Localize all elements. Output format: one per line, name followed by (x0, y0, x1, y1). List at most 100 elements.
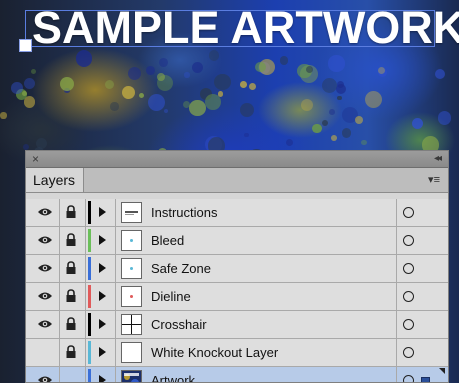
artwork-texture (163, 108, 168, 113)
panel-menu-icon[interactable]: ▾≡ (428, 172, 440, 188)
artwork-texture (127, 67, 142, 81)
target-circle-icon[interactable] (403, 347, 414, 358)
visibility-toggle[interactable] (34, 227, 58, 254)
visibility-toggle[interactable] (34, 339, 58, 366)
layer-row[interactable]: White Knockout Layer (26, 339, 448, 367)
expand-arrow-icon[interactable] (99, 291, 106, 301)
visibility-toggle[interactable] (34, 283, 58, 310)
artwork-texture (159, 57, 169, 67)
artwork-texture (305, 65, 314, 74)
lock-toggle[interactable] (61, 367, 85, 382)
artwork-texture (138, 93, 145, 99)
layer-row[interactable]: Instructions (26, 199, 448, 227)
target-circle-icon[interactable] (403, 319, 414, 330)
visibility-toggle[interactable] (34, 199, 58, 226)
artwork-texture (412, 117, 424, 129)
expand-arrow-icon[interactable] (99, 375, 106, 382)
visibility-toggle[interactable] (34, 311, 58, 338)
target-circle-icon[interactable] (403, 207, 414, 218)
artwork-texture (312, 123, 322, 134)
artwork-texture (328, 55, 345, 72)
lock-toggle[interactable] (61, 339, 85, 366)
target-circle-icon[interactable] (403, 263, 414, 274)
panel-tab-bar: Layers ▾≡ (26, 168, 448, 193)
selection-indicator-icon[interactable] (421, 377, 430, 382)
column-divider (396, 283, 397, 310)
layer-row[interactable]: Safe Zone (26, 255, 448, 283)
artwork-texture (322, 77, 338, 93)
layer-name[interactable]: Crosshair (151, 311, 207, 338)
artwork-texture (31, 68, 37, 74)
lock-toggle[interactable] (61, 255, 85, 282)
artwork-texture (337, 95, 343, 101)
layer-row[interactable]: Bleed (26, 227, 448, 255)
artwork-texture (104, 79, 114, 89)
lock-icon (66, 317, 76, 330)
artwork-texture (156, 73, 165, 82)
artwork-texture (121, 85, 135, 99)
artwork-texture (336, 83, 347, 95)
expand-arrow-icon[interactable] (99, 263, 106, 273)
artwork-texture (360, 139, 367, 146)
layer-thumbnail (121, 202, 142, 223)
layer-name[interactable]: Artwork (151, 367, 195, 382)
lock-icon (66, 205, 76, 218)
lock-icon (66, 233, 76, 246)
column-divider (59, 283, 60, 310)
column-divider (59, 227, 60, 254)
target-circle-icon[interactable] (403, 235, 414, 246)
layer-row[interactable]: Dieline (26, 283, 448, 311)
artwork-texture (321, 119, 328, 126)
layer-name[interactable]: Dieline (151, 283, 191, 310)
column-divider (59, 339, 60, 366)
panel-title-bar[interactable]: × ◂◂ (26, 151, 448, 168)
tab-layers[interactable]: Layers (26, 168, 84, 192)
column-divider (59, 199, 60, 226)
column-divider (396, 367, 397, 382)
layer-thumbnail (121, 342, 142, 363)
expand-arrow-icon[interactable] (99, 235, 106, 245)
visibility-toggle[interactable] (34, 367, 58, 382)
eye-icon (38, 208, 52, 216)
collapse-icon[interactable]: ◂◂ (434, 151, 442, 167)
layer-name[interactable]: Safe Zone (151, 255, 211, 282)
artwork-texture (189, 99, 206, 117)
layer-color-swatch (88, 341, 91, 364)
lock-toggle[interactable] (61, 311, 85, 338)
visibility-toggle[interactable] (34, 255, 58, 282)
column-divider (115, 311, 116, 338)
lock-toggle[interactable] (61, 227, 85, 254)
column-divider (396, 339, 397, 366)
layer-row[interactable]: Artwork (26, 367, 448, 382)
layer-name[interactable]: Bleed (151, 227, 184, 254)
expand-arrow-icon[interactable] (99, 347, 106, 357)
artwork-texture (434, 68, 446, 80)
layer-name[interactable]: Instructions (151, 199, 217, 226)
column-divider (115, 339, 116, 366)
target-circle-icon[interactable] (403, 375, 414, 382)
column-divider (396, 255, 397, 282)
column-divider (85, 283, 86, 310)
eye-icon (38, 320, 52, 328)
artwork-texture (331, 135, 338, 141)
close-icon[interactable]: × (32, 151, 39, 167)
column-divider (115, 199, 116, 226)
artwork-texture (300, 99, 313, 112)
lock-toggle[interactable] (61, 199, 85, 226)
artwork-texture (59, 77, 75, 92)
layer-thumbnail (121, 370, 142, 382)
layer-name[interactable]: White Knockout Layer (151, 339, 278, 366)
expand-arrow-icon[interactable] (99, 207, 106, 217)
expand-arrow-icon[interactable] (99, 319, 106, 329)
lock-icon (66, 261, 76, 274)
selection-handle[interactable] (19, 39, 32, 52)
lock-toggle[interactable] (61, 283, 85, 310)
artwork-texture (184, 72, 190, 78)
artwork-texture (110, 102, 119, 111)
column-divider (85, 339, 86, 366)
column-divider (59, 255, 60, 282)
artwork-title: SAMPLE ARTWORK (32, 2, 459, 53)
column-divider (115, 255, 116, 282)
target-circle-icon[interactable] (403, 291, 414, 302)
layer-row[interactable]: Crosshair (26, 311, 448, 339)
